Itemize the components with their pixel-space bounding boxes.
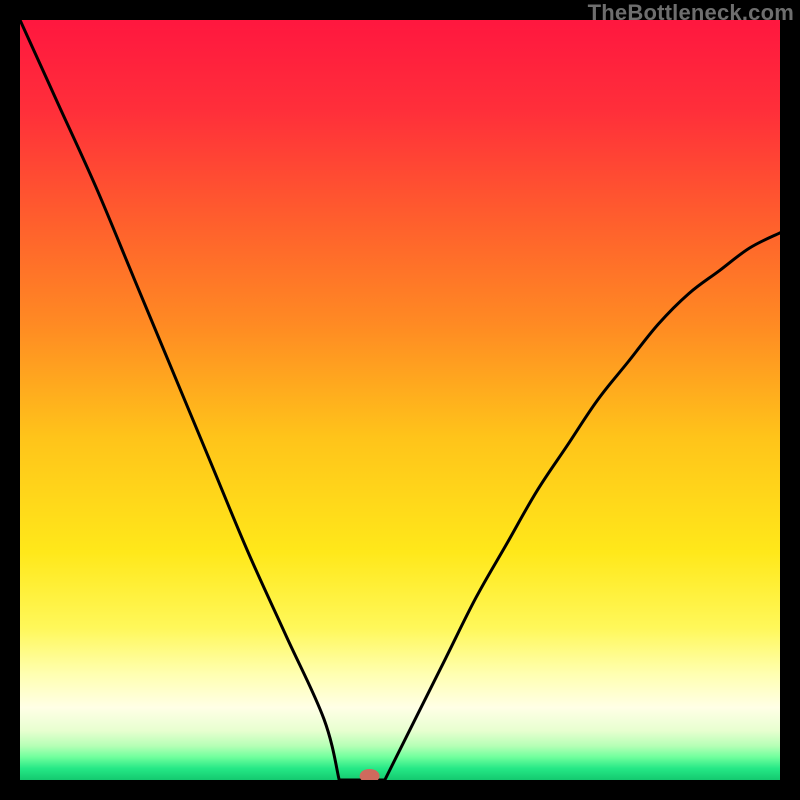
- chart-frame: [20, 20, 780, 780]
- bottleneck-chart: [20, 20, 780, 780]
- gradient-background: [20, 20, 780, 780]
- watermark-text: TheBottleneck.com: [588, 0, 794, 26]
